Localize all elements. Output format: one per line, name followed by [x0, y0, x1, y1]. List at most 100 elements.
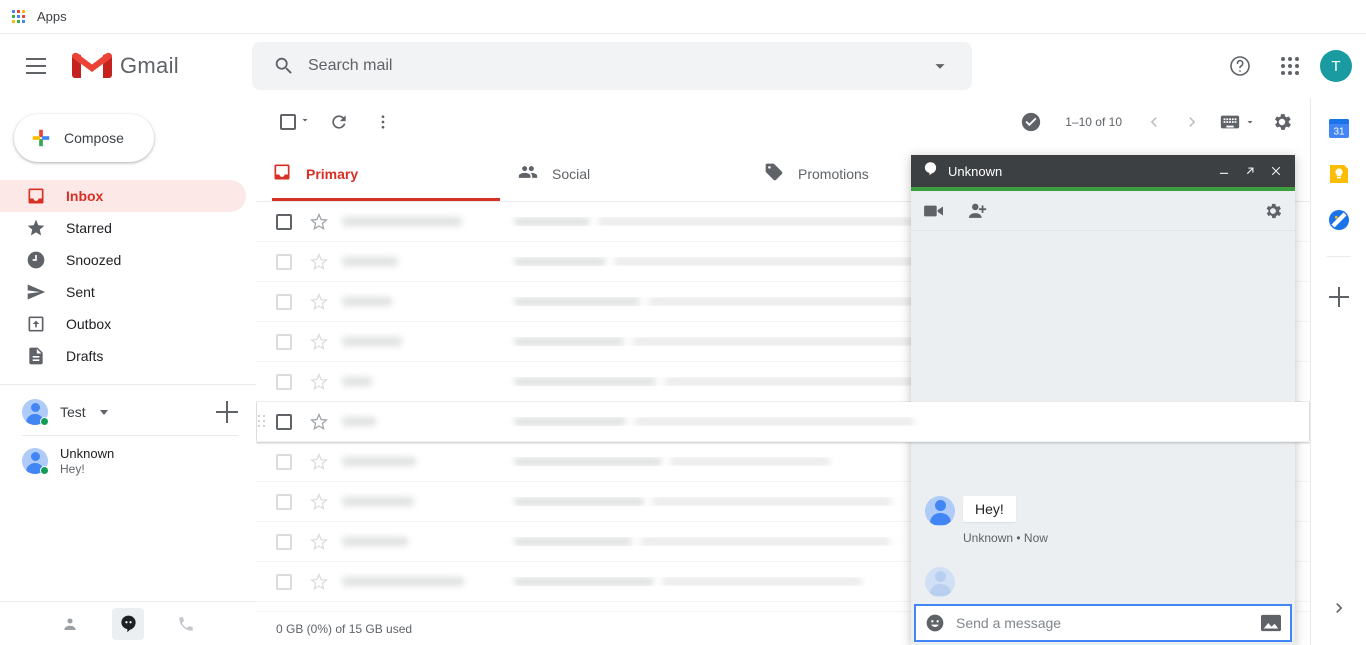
sidebar-item-drafts[interactable]: Drafts: [0, 340, 246, 372]
row-checkbox[interactable]: [264, 213, 304, 230]
compose-label: Compose: [64, 130, 124, 146]
star-outline-icon[interactable]: [304, 492, 334, 511]
select-all-checkbox[interactable]: [272, 113, 315, 131]
row-checkbox[interactable]: [264, 573, 304, 590]
row-checkbox[interactable]: [264, 333, 304, 350]
sidebar-item-inbox[interactable]: Inbox: [0, 180, 246, 212]
apps-bookmark-label[interactable]: Apps: [37, 9, 67, 24]
sidebar-item-snoozed[interactable]: Snoozed: [0, 244, 246, 276]
chat-message-input[interactable]: [956, 615, 1250, 631]
sidebar-item-outbox[interactable]: Outbox: [0, 308, 246, 340]
previous-page-button[interactable]: [1136, 104, 1172, 140]
row-checkbox[interactable]: [264, 293, 304, 310]
star-outline-icon[interactable]: [304, 372, 334, 391]
email-sender-redacted: [334, 537, 504, 546]
insert-image-icon[interactable]: [1260, 612, 1282, 634]
star-outline-icon[interactable]: [304, 532, 334, 551]
phone-call-icon[interactable]: [170, 608, 202, 640]
minimize-icon[interactable]: [1211, 158, 1237, 184]
divider: [1326, 256, 1351, 257]
next-page-button[interactable]: [1174, 104, 1210, 140]
tab-primary[interactable]: Primary: [272, 146, 518, 201]
sidebar-item-starred[interactable]: Starred: [0, 212, 246, 244]
chevron-down-icon[interactable]: [916, 42, 964, 90]
row-checkbox[interactable]: [264, 413, 304, 430]
chevron-down-icon[interactable]: [299, 113, 311, 131]
add-panel-plus-icon[interactable]: [1328, 287, 1349, 307]
checkbox-icon[interactable]: [280, 114, 296, 130]
header-actions: T: [1220, 46, 1366, 86]
row-checkbox[interactable]: [264, 533, 304, 550]
google-calendar-icon[interactable]: 31: [1327, 116, 1351, 140]
compose-button[interactable]: Compose: [14, 114, 154, 162]
gmail-header: Gmail T: [0, 34, 1366, 98]
hamburger-menu-icon[interactable]: [12, 42, 60, 90]
chat-titlebar[interactable]: Unknown: [911, 155, 1295, 187]
add-person-icon[interactable]: [967, 201, 989, 221]
star-outline-icon[interactable]: [304, 452, 334, 471]
chevron-down-icon[interactable]: [99, 409, 108, 415]
keyboard-icon[interactable]: [1212, 104, 1248, 140]
sidebar-item-sent[interactable]: Sent: [0, 276, 246, 308]
row-checkbox[interactable]: [264, 253, 304, 270]
hangouts-panel: Test Unknown Hey!: [0, 384, 256, 484]
video-camera-icon[interactable]: [923, 202, 945, 220]
sidebar-item-label: Sent: [66, 284, 95, 300]
google-keep-icon[interactable]: [1327, 162, 1351, 186]
popout-arrow-icon[interactable]: [1237, 158, 1263, 184]
google-tasks-icon[interactable]: [1327, 208, 1351, 232]
apps-grid-icon[interactable]: [12, 10, 25, 23]
inbox-icon: [26, 186, 46, 206]
search-icon[interactable]: [260, 42, 308, 90]
more-vertical-icon[interactable]: [363, 102, 403, 142]
star-outline-icon[interactable]: [304, 412, 334, 431]
contact-avatar-icon: [22, 448, 49, 475]
email-sender-redacted: [334, 297, 504, 306]
gmail-wordmark: Gmail: [120, 53, 179, 78]
refresh-button[interactable]: [319, 102, 359, 142]
star-outline-icon[interactable]: [304, 292, 334, 311]
account-avatar[interactable]: T: [1320, 50, 1352, 82]
mail-toolbar: 1–10 of 10: [256, 98, 1310, 146]
star-outline-icon[interactable]: [304, 212, 334, 231]
hangouts-account-row[interactable]: Test: [0, 391, 256, 433]
email-sender-redacted: [334, 377, 504, 386]
star-outline-icon[interactable]: [304, 252, 334, 271]
hangouts-chat-icon[interactable]: [112, 607, 144, 640]
email-subject-redacted: [504, 417, 1310, 426]
hangouts-contact-unknown[interactable]: Unknown Hey!: [0, 438, 256, 484]
emoji-smiley-icon[interactable]: [924, 612, 946, 634]
email-sender-redacted: [334, 417, 504, 426]
new-conversation-button[interactable]: [216, 401, 238, 423]
expand-panel-chevron-right-icon[interactable]: [1329, 598, 1349, 623]
search-input[interactable]: [308, 57, 916, 75]
typing-avatar-icon: [925, 567, 955, 597]
people-tab-icon: [518, 162, 538, 185]
row-checkbox[interactable]: [264, 373, 304, 390]
contacts-person-icon[interactable]: [54, 608, 86, 640]
right-side-panel: 31: [1310, 98, 1366, 645]
search-bar[interactable]: [252, 42, 972, 90]
table-row[interactable]: [256, 402, 1310, 442]
input-tools-caret[interactable]: [1244, 116, 1256, 128]
email-sender-redacted: [334, 217, 504, 226]
drag-handle-icon[interactable]: [258, 415, 270, 428]
settings-gear-icon[interactable]: [1262, 102, 1302, 142]
help-question-icon[interactable]: [1220, 46, 1260, 86]
star-outline-icon[interactable]: [304, 572, 334, 591]
inbox-tab-icon: [272, 162, 292, 185]
google-apps-grid-icon[interactable]: [1270, 46, 1310, 86]
select-circle-icon[interactable]: [1011, 102, 1051, 142]
row-checkbox[interactable]: [264, 493, 304, 510]
row-checkbox[interactable]: [264, 453, 304, 470]
tab-social[interactable]: Social: [518, 146, 764, 201]
draft-icon: [26, 346, 46, 366]
chat-settings-gear-icon[interactable]: [1263, 201, 1283, 221]
tab-label: Primary: [306, 165, 359, 182]
email-sender-redacted: [334, 577, 504, 586]
star-outline-icon[interactable]: [304, 332, 334, 351]
email-sender-redacted: [334, 457, 504, 466]
close-icon[interactable]: [1263, 158, 1289, 184]
browser-bookmarks-bar: Apps: [0, 0, 1366, 34]
svg-text:31: 31: [1333, 127, 1345, 138]
